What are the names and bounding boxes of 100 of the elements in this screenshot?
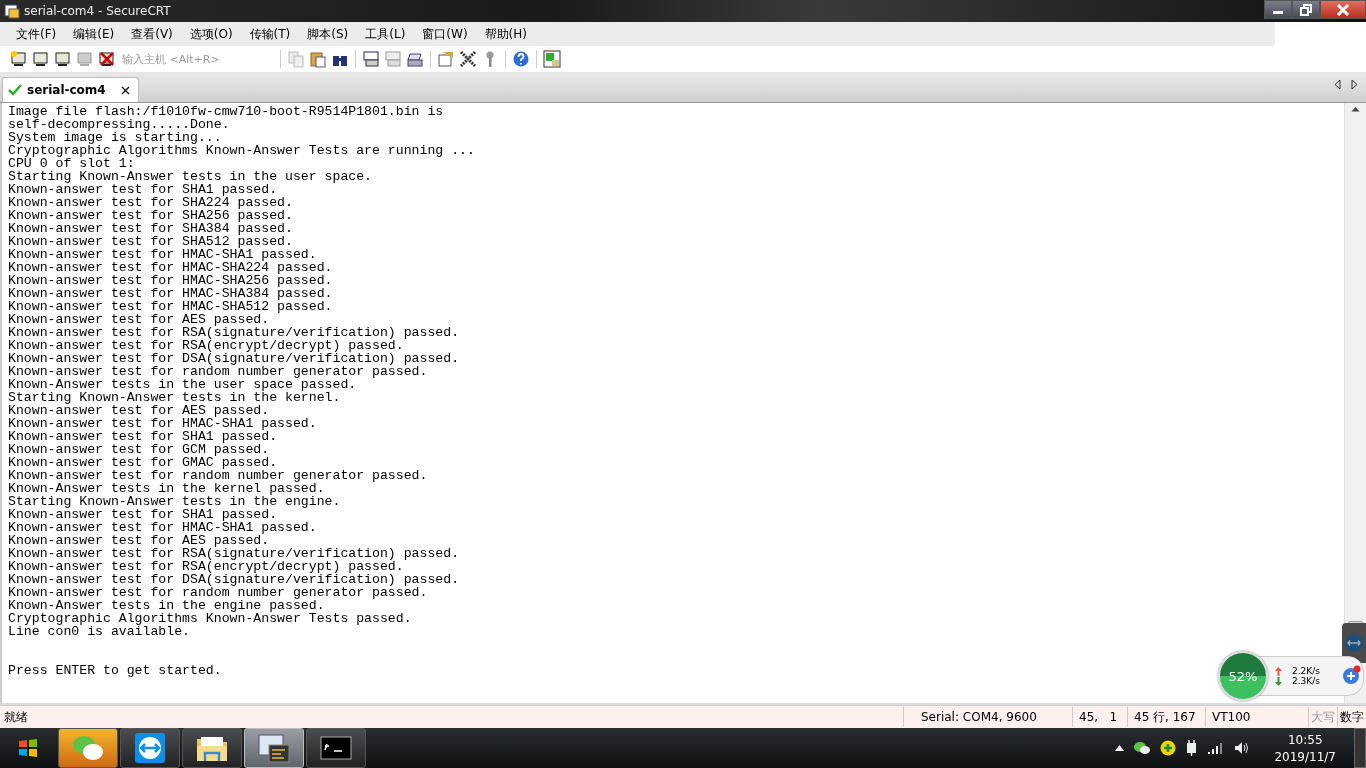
terminal-line: Known-answer test for HMAC-SHA512 passed. xyxy=(8,300,333,313)
menu-item[interactable]: 窗口(W) xyxy=(415,25,475,43)
session-tab[interactable]: serial-com4 xyxy=(2,77,139,102)
remote-arrows-icon xyxy=(1344,633,1364,653)
terminal-line: Known-answer test for random number generator passed. xyxy=(8,469,428,482)
connection-status: Serial: COM4, 9600 xyxy=(903,707,1072,727)
close-icon[interactable] xyxy=(120,85,130,95)
terminal-line: Cryptographic Algorithms Known-Answer Tests are running ... xyxy=(8,144,475,157)
terminal-line: Starting Known-Answer tests in the kernel. xyxy=(8,391,341,404)
terminal-line: Known-answer test for SHA1 passed. xyxy=(8,508,278,521)
scroll-left-icon[interactable] xyxy=(1334,78,1341,90)
terminal-line: Known-answer test for AES passed. xyxy=(8,534,270,547)
scroll-right-icon[interactable] xyxy=(1351,78,1358,90)
terminal-line: Known-answer test for AES passed. xyxy=(8,404,270,417)
windows-logo-icon xyxy=(17,737,39,759)
terminal-line: Known-answer test for GCM passed. xyxy=(8,443,270,456)
chat-bubbles-icon[interactable] xyxy=(1134,741,1151,755)
terminal-line: Known-Answer tests in the user space passed. xyxy=(8,378,357,391)
scroll-up-icon[interactable] xyxy=(1351,106,1360,112)
menu-item[interactable]: 选项(O) xyxy=(182,25,240,43)
terminal-line: Known-answer test for SHA384 passed. xyxy=(8,222,293,235)
minimize-button[interactable] xyxy=(1264,0,1292,19)
terminal-line: Known-answer test for SHA256 passed. xyxy=(8,209,293,222)
menu-item[interactable]: 脚本(S) xyxy=(300,25,356,43)
printer-icon[interactable] xyxy=(406,50,424,68)
plus-icon[interactable] xyxy=(1160,740,1177,756)
upload-arrow-icon xyxy=(1275,666,1282,676)
computer-icon[interactable] xyxy=(32,50,50,68)
taskbar-app[interactable] xyxy=(244,728,304,768)
terminal-line: Known-answer test for RSA(encrypt/decrypt) passed. xyxy=(8,560,404,573)
terminal-line: Known-answer test for GMAC passed. xyxy=(8,456,278,469)
clock-time[interactable]: 10:55 xyxy=(1287,732,1323,747)
command-prompt-icon xyxy=(320,736,352,760)
help-icon[interactable] xyxy=(512,50,530,68)
terminal-line: CPU 0 of slot 1: xyxy=(8,157,135,170)
download-arrow-icon xyxy=(1275,676,1282,686)
menu-item[interactable]: 编辑(E) xyxy=(66,25,122,43)
terminal-line: Known-answer test for SHA512 passed. xyxy=(8,235,293,248)
terminal-line: System image is starting... xyxy=(8,131,222,144)
window-title: serial-com4 - SecureCRT xyxy=(24,4,172,18)
restore-icon xyxy=(1300,3,1312,16)
disconnect-icon[interactable] xyxy=(98,50,116,68)
terminal-line: Known-answer test for HMAC-SHA1 passed. xyxy=(8,248,317,261)
memory-gauge[interactable]: 52% xyxy=(1218,651,1268,701)
emulation-type: VT100 xyxy=(1205,707,1278,727)
tab-label: serial-com4 xyxy=(27,83,106,97)
remote-arrows-icon xyxy=(135,733,165,763)
terminal-line: Known-answer test for HMAC-SHA1 passed. xyxy=(8,417,317,430)
num-lock-indicator: 数字 xyxy=(1337,707,1366,727)
terminal-line: Known-Answer tests in the engine passed. xyxy=(8,599,325,612)
terminal-line: Starting Known-Answer tests in the user space. xyxy=(8,170,373,183)
show-hidden-icons-icon[interactable] xyxy=(1115,745,1125,751)
maximize-button[interactable] xyxy=(1292,0,1320,19)
power-plug-icon[interactable] xyxy=(1186,740,1199,756)
terminal-line: Known-answer test for AES passed. xyxy=(8,313,270,326)
terminal-line: Starting Known-Answer tests in the engine. xyxy=(8,495,341,508)
terminal-line: Known-answer test for HMAC-SHA384 passed. xyxy=(8,287,333,300)
remote-side-tab[interactable] xyxy=(1342,623,1366,663)
speaker-icon[interactable] xyxy=(1234,741,1251,755)
terminal-line: Known-answer test for DSA(signature/verification) passed. xyxy=(8,352,460,365)
signal-bars-icon[interactable] xyxy=(1208,742,1225,754)
menu-item[interactable]: 帮助(H) xyxy=(477,25,534,43)
taskbar-app[interactable] xyxy=(58,728,118,768)
terminal-line: Known-answer test for HMAC-SHA224 passed. xyxy=(8,261,333,274)
terminal-line: Known-answer test for HMAC-SHA1 passed. xyxy=(8,521,317,534)
terminal-line: Cryptographic Algorithms Known-Answer Tests passed. xyxy=(8,612,412,625)
download-speed: 2.3K/s xyxy=(1292,676,1320,686)
terminal-line: Known-answer test for SHA1 passed. xyxy=(8,430,278,443)
terminal-windows-icon xyxy=(257,733,291,763)
terminal-line: Known-Answer tests in the kernel passed. xyxy=(8,482,325,495)
menu-item[interactable]: 传输(T) xyxy=(242,25,298,43)
terminal-line: Known-answer test for RSA(encrypt/decrypt) passed. xyxy=(8,339,404,352)
terminal-line: Known-answer test for random number generator passed. xyxy=(8,365,428,378)
paste-icon[interactable] xyxy=(309,50,327,68)
close-icon xyxy=(1336,3,1350,16)
menu-item[interactable]: 工具(L) xyxy=(358,25,413,43)
clock-date[interactable]: 2019/11/7 xyxy=(1274,749,1336,764)
close-button[interactable] xyxy=(1320,0,1366,19)
print-icon[interactable] xyxy=(362,50,380,68)
window-icon xyxy=(4,3,20,19)
menu-item[interactable]: 文件(F) xyxy=(9,25,64,43)
status-text: 就绪 xyxy=(3,709,29,726)
cursor-position: 45, 1 xyxy=(1072,707,1127,727)
terminal-line: Known-answer test for SHA1 passed. xyxy=(8,183,278,196)
terminal-line: Line con0 is available. xyxy=(8,625,191,638)
memory-percent: 52% xyxy=(1228,668,1258,684)
terminal-line: Known-answer test for DSA(signature/verification) passed. xyxy=(8,573,460,586)
taskbar-app[interactable] xyxy=(182,728,242,768)
computer-icon[interactable] xyxy=(10,50,28,68)
taskbar-app[interactable] xyxy=(120,728,180,768)
terminal-size: 45 行, 167 xyxy=(1127,707,1205,727)
caps-lock-indicator: 大写 xyxy=(1308,707,1337,727)
chat-bubbles-icon xyxy=(71,734,105,762)
minimize-icon xyxy=(1273,11,1283,14)
terminal-line: Known-answer test for random number generator passed. xyxy=(8,586,428,599)
menu-item[interactable]: 查看(V) xyxy=(124,25,180,43)
terminal-line: Image file flash:/f1010fw-cmw710-boot-R9514P1801.bin is xyxy=(8,105,444,118)
terminal-line: self-decompressing.....Done. xyxy=(8,118,230,131)
terminal-line: Known-answer test for SHA224 passed. xyxy=(8,196,293,209)
terminal-line: Known-answer test for RSA(signature/verification) passed. xyxy=(8,326,460,339)
